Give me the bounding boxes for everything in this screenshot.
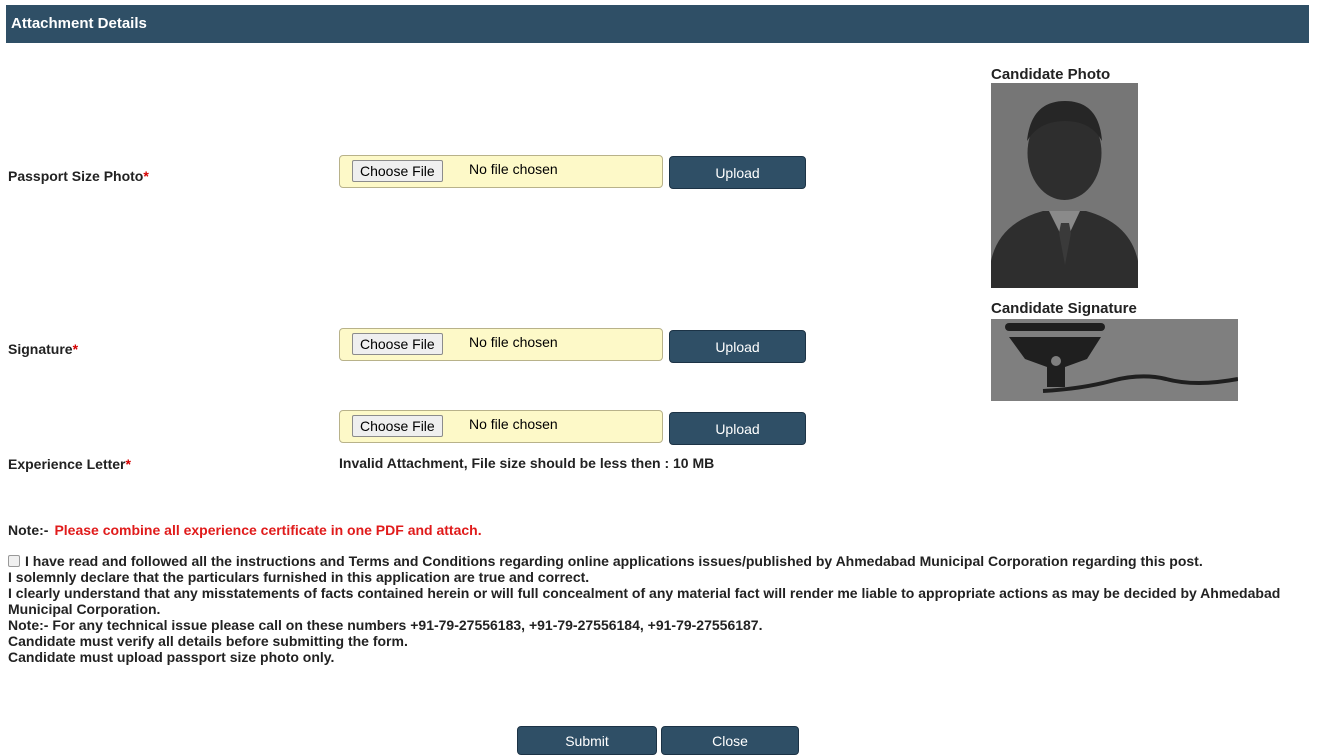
choose-file-button[interactable]: Choose File [352, 160, 443, 182]
choose-file-button[interactable]: Choose File [352, 333, 443, 355]
experience-letter-label: Experience Letter* [8, 456, 131, 472]
declaration-line: I have read and followed all the instruc… [8, 553, 1298, 569]
note-label: Note:- [8, 522, 49, 538]
declaration-line: Note:- For any technical issue please ca… [8, 617, 763, 633]
submit-button[interactable]: Submit [517, 726, 657, 755]
declaration-line: I solemnly declare that the particulars … [8, 569, 590, 585]
section-title: Attachment Details [11, 15, 147, 32]
note-section: Note:- Please combine all experience cert… [8, 522, 482, 538]
passport-photo-label: Passport Size Photo* [8, 168, 149, 184]
declaration-checkbox[interactable] [8, 555, 20, 567]
file-status: No file chosen [469, 161, 558, 177]
person-silhouette-icon [991, 83, 1138, 288]
section-header: Attachment Details [6, 5, 1309, 43]
pen-nib-icon [991, 319, 1238, 401]
file-status: No file chosen [469, 334, 558, 350]
attachment-error-message: Invalid Attachment, File size should be … [339, 455, 715, 471]
candidate-signature-placeholder [991, 319, 1238, 401]
required-mark: * [72, 341, 79, 357]
choose-file-button[interactable]: Choose File [352, 415, 443, 437]
experience-letter-file-input[interactable]: Choose File No file chosen [339, 410, 663, 443]
upload-experience-letter-button[interactable]: Upload [669, 412, 806, 445]
required-mark: * [143, 168, 149, 184]
declaration-line: I clearly understand that any misstateme… [8, 585, 1281, 617]
signature-label: Signature* [8, 341, 79, 357]
close-button[interactable]: Close [661, 726, 799, 755]
note-text: Please combine all experience certificat… [54, 522, 482, 538]
upload-photo-button[interactable]: Upload [669, 156, 806, 189]
upload-signature-button[interactable]: Upload [669, 330, 806, 363]
passport-photo-file-input[interactable]: Choose File No file chosen [339, 155, 663, 188]
declaration-line: Candidate must verify all details before… [8, 633, 408, 649]
candidate-photo-title: Candidate Photo [991, 66, 1111, 83]
candidate-photo-placeholder [991, 83, 1138, 288]
declaration-line: Candidate must upload passport size phot… [8, 649, 335, 665]
signature-file-input[interactable]: Choose File No file chosen [339, 328, 663, 361]
declaration-section: I have read and followed all the instruc… [8, 553, 1298, 665]
candidate-signature-title: Candidate Signature [991, 300, 1137, 317]
file-status: No file chosen [469, 416, 558, 432]
required-mark: * [125, 456, 131, 472]
